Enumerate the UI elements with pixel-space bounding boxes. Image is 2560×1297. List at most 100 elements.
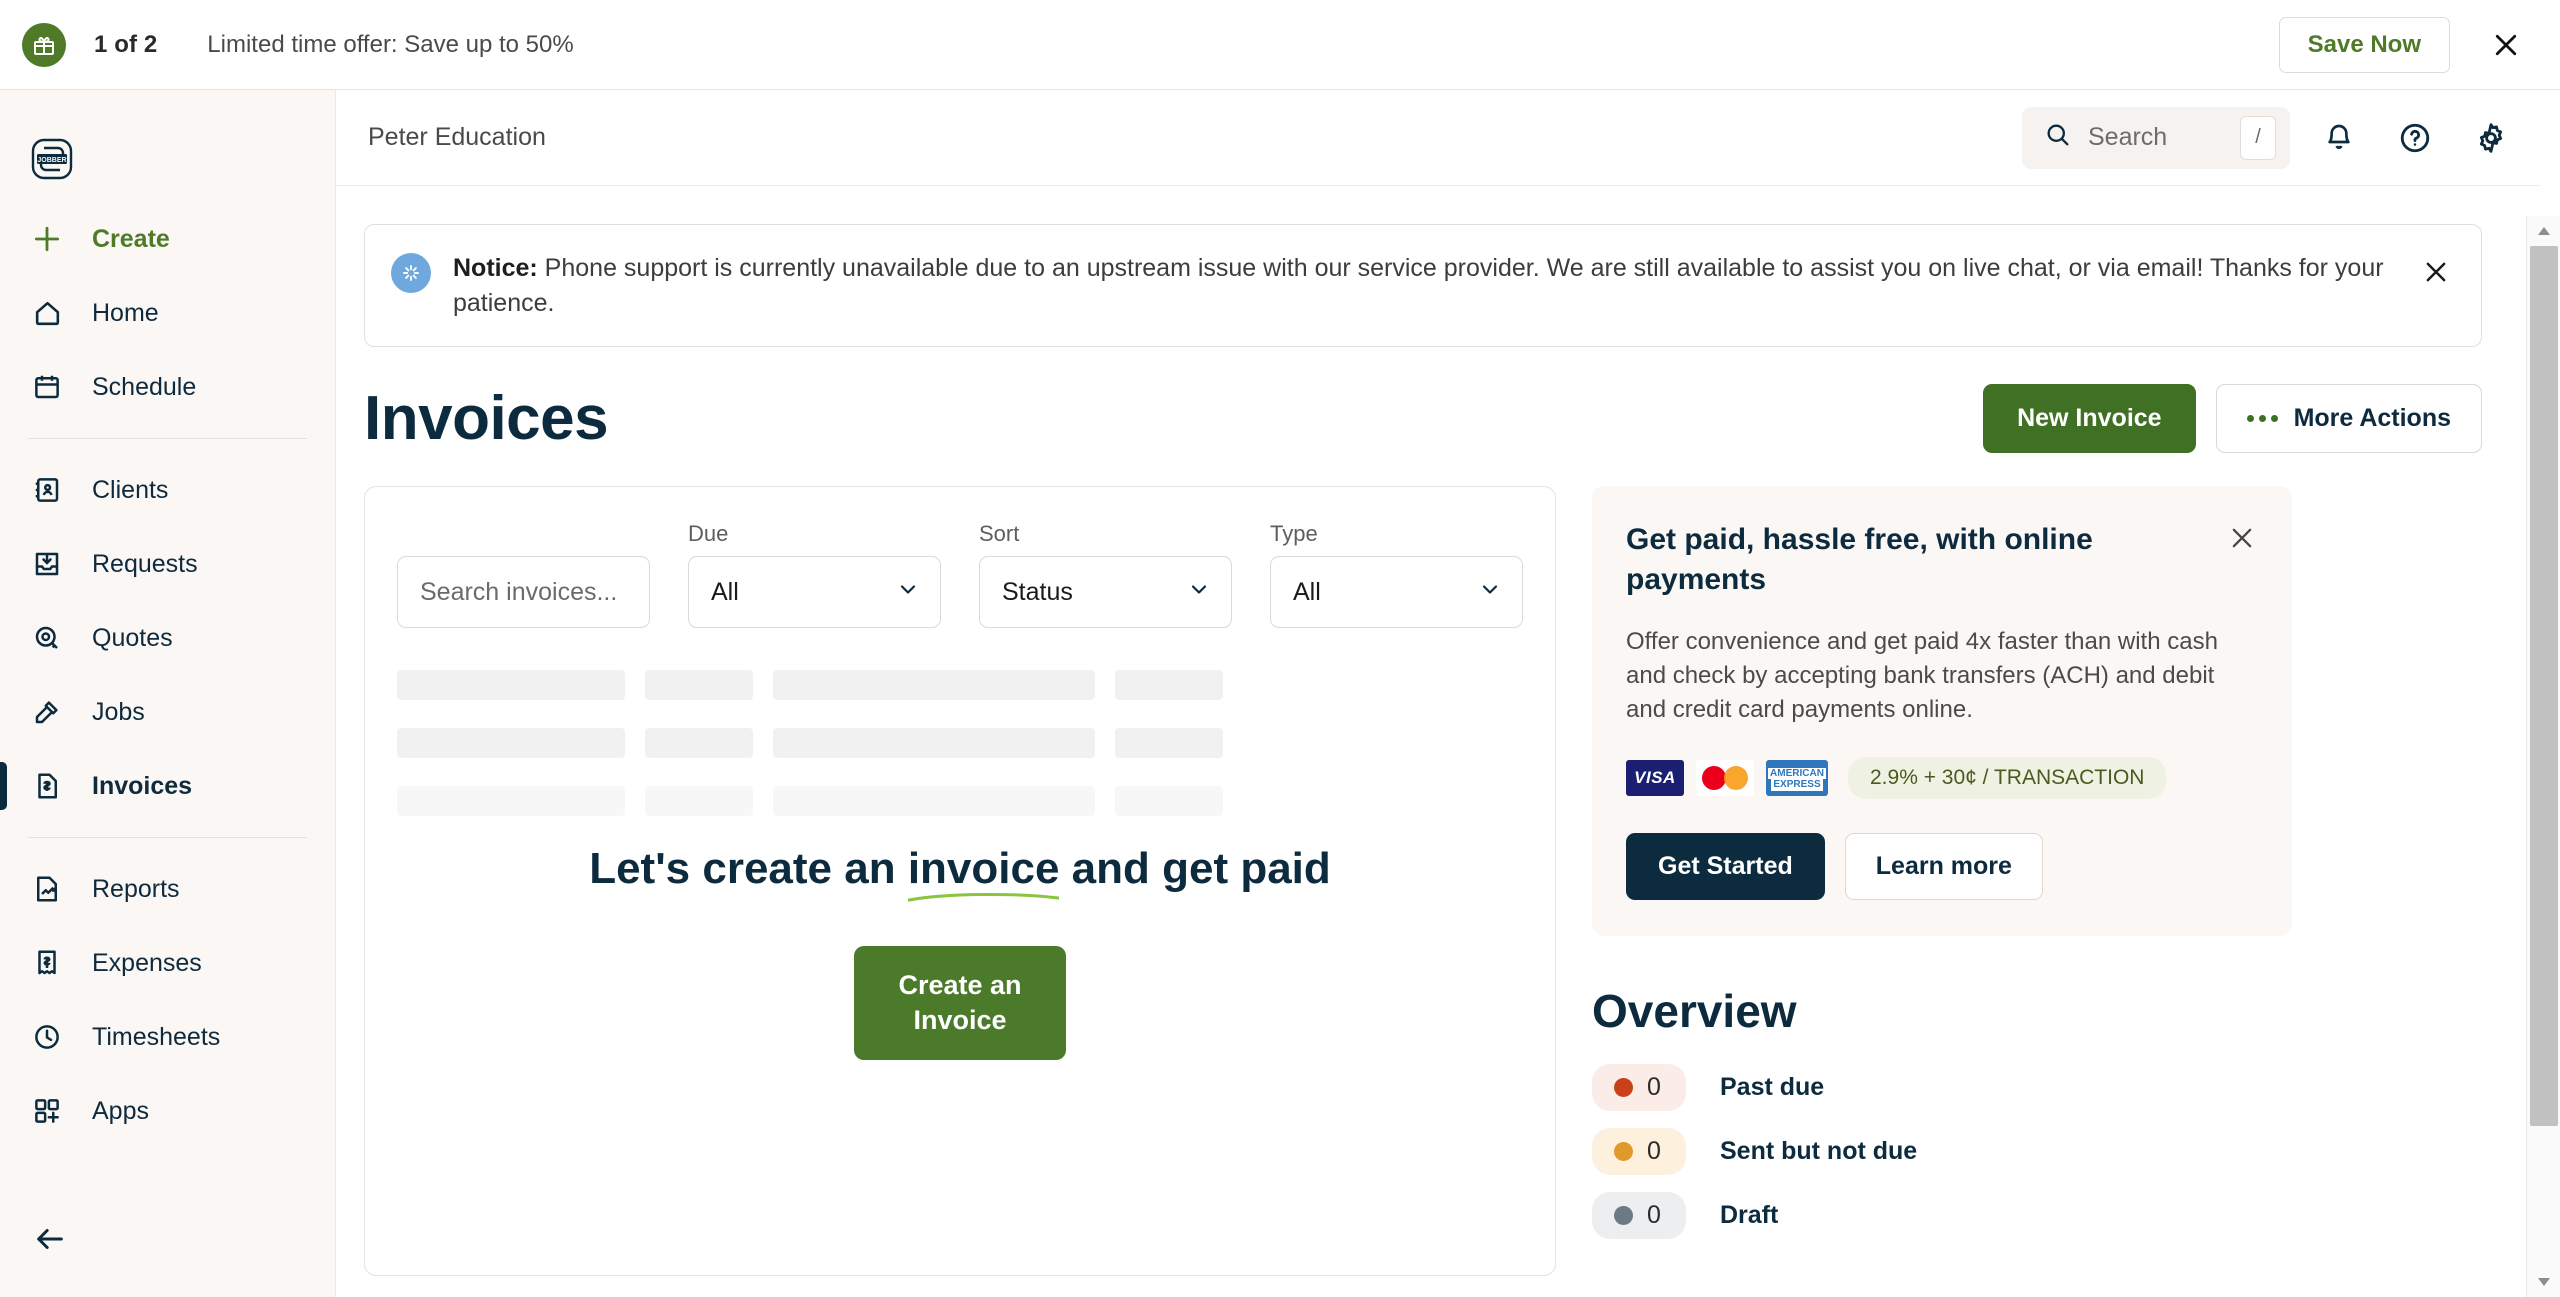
accepted-cards-row: VISA AMERICAN EXPRESS 2.9% + 30¢ / TRANSA… — [1626, 757, 2258, 800]
overview-title: Overview — [1592, 985, 1797, 1038]
page-scrollbar[interactable] — [2526, 216, 2560, 1297]
type-filter-select[interactable]: All — [1270, 556, 1523, 628]
search-placeholder: Search — [2088, 123, 2168, 151]
page-title: Invoices — [364, 384, 609, 453]
sidebar-item-label: Timesheets — [92, 1022, 221, 1051]
sort-filter-select[interactable]: Status — [979, 556, 1232, 628]
main-content: Notice: Phone support is currently unava… — [336, 186, 2522, 1297]
chevron-down-icon — [896, 577, 920, 608]
sparkle-icon — [391, 253, 431, 293]
skeleton-cell — [1115, 786, 1223, 816]
skeleton-cell — [1115, 670, 1223, 700]
sidebar-item-label: Schedule — [92, 372, 197, 401]
skeleton-row — [397, 670, 1523, 700]
inbox-down-icon — [28, 545, 66, 583]
gear-icon[interactable] — [2464, 111, 2518, 165]
sidebar-item-invoices[interactable]: Invoices — [0, 749, 335, 823]
sidebar-collapse-button[interactable] — [28, 1217, 72, 1261]
more-actions-button[interactable]: More Actions — [2215, 384, 2482, 453]
search-input[interactable]: Search / — [2022, 106, 2290, 169]
sidebar-item-label: Requests — [92, 549, 198, 578]
close-icon[interactable] — [2415, 251, 2457, 293]
sidebar-item-label: Reports — [92, 874, 180, 903]
overview-label: Draft — [1720, 1201, 1779, 1230]
sidebar-item-clients[interactable]: Clients — [0, 453, 335, 527]
status-badge: 0 — [1592, 1128, 1686, 1176]
overview-row-sent-but-not-due[interactable]: 0 Sent but not due — [1592, 1128, 2292, 1176]
save-now-button[interactable]: Save Now — [2278, 16, 2450, 73]
visa-logo-icon: VISA — [1626, 760, 1684, 797]
new-invoice-button[interactable]: New Invoice — [1983, 384, 2196, 453]
right-column: Get paid, hassle free, with online payme… — [1592, 486, 2292, 1256]
chevron-down-icon — [1478, 577, 1502, 608]
promo-counter: 1 of 2 — [94, 30, 158, 58]
sidebar-group-work: Clients Requests Quotes Jobs Invoices — [0, 453, 335, 823]
contact-book-icon — [28, 471, 66, 509]
account-name: Peter Education — [368, 123, 546, 151]
sidebar-item-label: Create — [92, 224, 170, 253]
overview-row-draft[interactable]: 0 Draft — [1592, 1192, 2292, 1240]
sidebar-item-jobs[interactable]: Jobs — [0, 675, 335, 749]
sidebar-item-apps[interactable]: Apps — [0, 1074, 335, 1148]
bell-icon[interactable] — [2312, 111, 2366, 165]
type-filter-value: All — [1293, 577, 1321, 606]
jobber-logo[interactable]: JOBBER — [0, 116, 335, 202]
payments-card-body: Offer convenience and get paid 4x faster… — [1626, 628, 2218, 724]
sidebar-item-schedule[interactable]: Schedule — [0, 350, 335, 424]
hammer-icon — [28, 693, 66, 731]
skeleton-cell — [397, 786, 625, 816]
sidebar-item-requests[interactable]: Requests — [0, 527, 335, 601]
divider — [28, 438, 307, 439]
underline-stroke — [907, 892, 1060, 902]
notice-label: Notice: — [453, 254, 538, 282]
sidebar-item-timesheets[interactable]: Timesheets — [0, 1000, 335, 1074]
type-filter: Type All — [1270, 521, 1523, 628]
sidebar-item-label: Expenses — [92, 948, 202, 977]
skeleton-cell — [773, 786, 1095, 816]
status-dot-icon — [1614, 1078, 1633, 1098]
receipt-dollar-icon — [28, 944, 66, 982]
skeleton-row — [397, 728, 1523, 758]
transaction-fee-badge: 2.9% + 30¢ / TRANSACTION — [1848, 757, 2167, 800]
overview-count: 0 — [1647, 1201, 1661, 1230]
svg-text:JOBBER: JOBBER — [37, 157, 66, 164]
app-window: 1 of 2 Limited time offer: Save up to 50… — [0, 0, 2560, 1297]
more-actions-label: More Actions — [2293, 404, 2451, 432]
overview-count: 0 — [1647, 1073, 1661, 1102]
chevron-down-icon — [1187, 577, 1211, 608]
sidebar-item-home[interactable]: Home — [0, 276, 335, 350]
close-icon[interactable] — [2486, 25, 2526, 65]
home-icon — [28, 294, 66, 332]
question-circle-icon[interactable] — [2388, 111, 2442, 165]
sort-filter-value: Status — [1002, 577, 1073, 606]
create-invoice-button[interactable]: Create an Invoice — [854, 946, 1066, 1061]
sidebar: JOBBER Create Home Schedule Clients Requ… — [0, 90, 336, 1297]
notice-body: Phone support is currently unavailable d… — [453, 254, 2384, 317]
due-filter-value: All — [711, 577, 739, 606]
overview-row-past-due[interactable]: 0 Past due — [1592, 1064, 2292, 1112]
promo-message: Limited time offer: Save up to 50% — [207, 30, 574, 58]
sidebar-item-reports[interactable]: Reports — [0, 852, 335, 926]
caret-up-icon[interactable] — [2527, 216, 2560, 246]
scrollbar-thumb[interactable] — [2530, 246, 2558, 1126]
status-badge: 0 — [1592, 1192, 1686, 1240]
learn-more-button[interactable]: Learn more — [1844, 833, 2043, 901]
empty-title-before: Let's create an — [589, 844, 908, 893]
caret-down-icon[interactable] — [2527, 1267, 2560, 1297]
empty-title-highlight-wrap: invoice — [907, 844, 1060, 902]
close-icon[interactable] — [2222, 518, 2262, 558]
get-started-button[interactable]: Get Started — [1626, 833, 1825, 901]
cta-line-2: Invoice — [913, 1005, 1007, 1036]
sidebar-item-expenses[interactable]: Expenses — [0, 926, 335, 1000]
sort-filter-label: Sort — [979, 521, 1020, 546]
due-filter-select[interactable]: All — [688, 556, 941, 628]
skeleton-cell — [397, 728, 625, 758]
sidebar-item-quotes[interactable]: Quotes — [0, 601, 335, 675]
skeleton-cell — [645, 786, 753, 816]
overview-label: Past due — [1720, 1073, 1825, 1102]
ellipsis-icon — [2246, 415, 2278, 422]
gift-icon — [22, 22, 66, 67]
online-payments-card: Get paid, hassle free, with online payme… — [1592, 486, 2292, 937]
invoice-search-input[interactable]: Search invoices... — [397, 556, 650, 628]
sidebar-item-create[interactable]: Create — [0, 202, 335, 276]
